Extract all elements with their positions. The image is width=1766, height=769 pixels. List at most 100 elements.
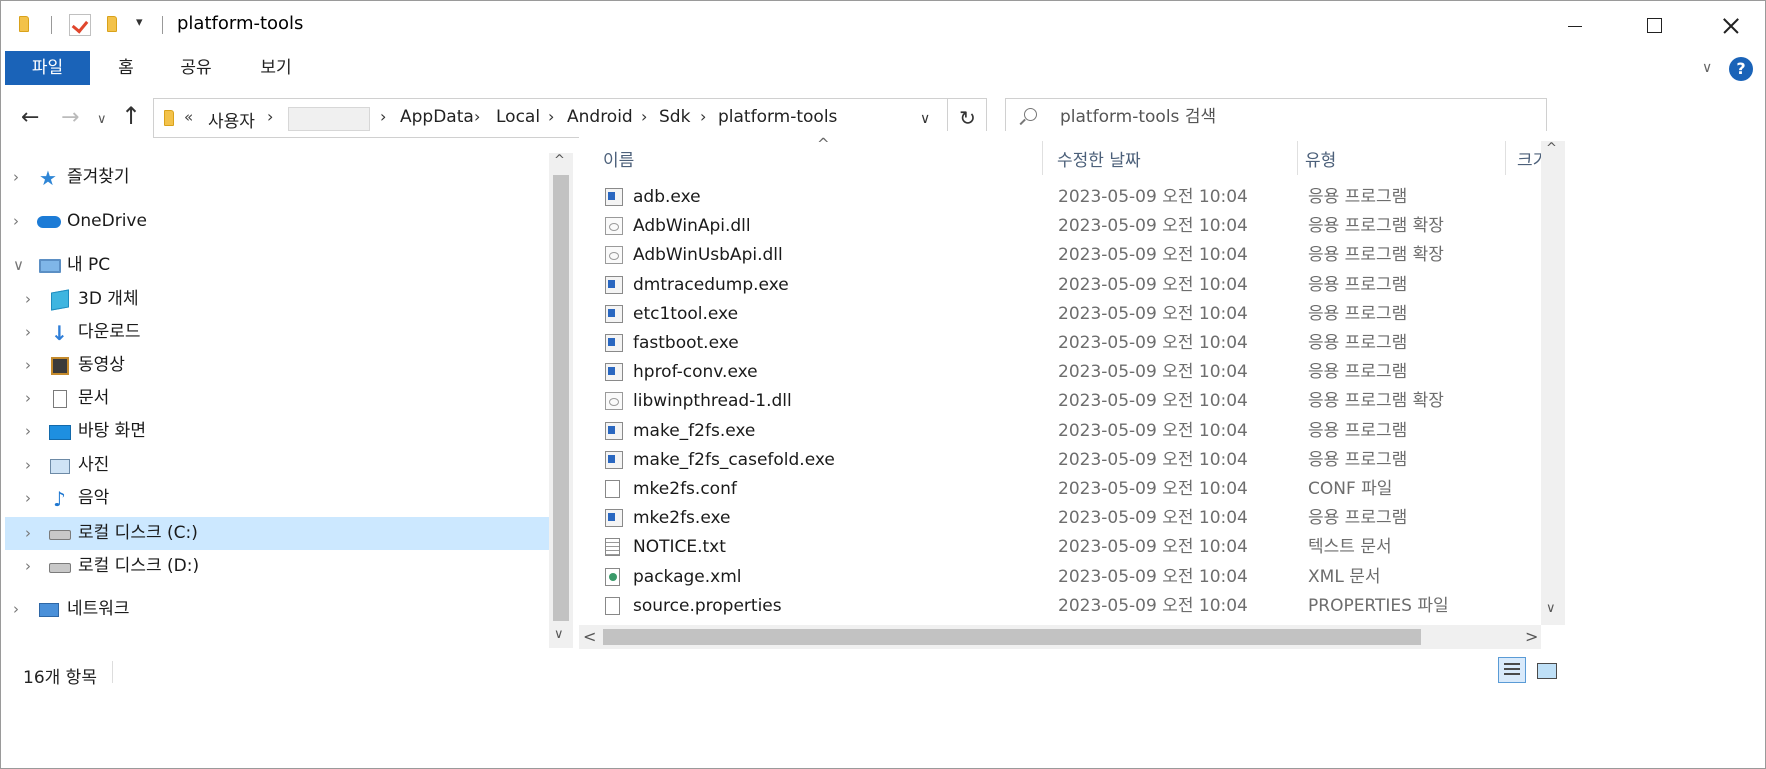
nav-item-quick-access[interactable]: › ★ 즐겨찾기 — [5, 161, 549, 194]
file-row[interactable]: package.xml 2023-05-09 오전 10:04 XML 문서 — [597, 563, 1537, 592]
file-row[interactable]: etc1tool.exe 2023-05-09 오전 10:04 응용 프로그램 — [597, 300, 1537, 329]
expand-chevron-icon[interactable]: › — [25, 415, 31, 448]
large-icons-view-icon[interactable] — [1533, 657, 1559, 683]
tab-view[interactable]: 보기 — [246, 51, 306, 85]
breadcrumb-redacted-username[interactable] — [288, 107, 370, 131]
expand-chevron-icon[interactable]: › — [25, 382, 31, 415]
nav-item-downloads[interactable]: › ↓ 다운로드 — [5, 316, 549, 349]
file-date-modified: 2023-05-09 오전 10:04 — [1058, 449, 1248, 470]
properties-checkmark-icon[interactable] — [69, 14, 91, 36]
file-row[interactable]: make_f2fs_casefold.exe 2023-05-09 오전 10:0… — [597, 446, 1537, 475]
file-row[interactable]: AdbWinApi.dll 2023-05-09 오전 10:04 응용 프로그램 … — [597, 212, 1537, 241]
scroll-up-arrow-icon[interactable]: ^ — [554, 153, 565, 168]
nav-item-this-pc[interactable]: ∨ 내 PC — [5, 249, 549, 282]
expand-chevron-icon[interactable]: › — [25, 283, 31, 316]
breadcrumb-sdk[interactable]: Sdk — [659, 107, 690, 127]
tab-home[interactable]: 홈 — [101, 51, 151, 85]
scroll-down-arrow-icon[interactable]: ∨ — [554, 627, 564, 642]
details-view-icon[interactable] — [1498, 657, 1526, 683]
hidden-path-chevron-icon[interactable]: « — [184, 108, 193, 126]
scroll-up-arrow-icon[interactable]: ^ — [1546, 141, 1557, 156]
file-row[interactable]: adb.exe 2023-05-09 오전 10:04 응용 프로그램 — [597, 183, 1537, 212]
up-arrow-icon[interactable]: ↑ — [121, 104, 141, 128]
new-folder-icon[interactable] — [107, 16, 117, 32]
help-icon[interactable]: ? — [1729, 57, 1753, 81]
file-date-modified: 2023-05-09 오전 10:04 — [1058, 595, 1248, 616]
expand-chevron-icon[interactable]: › — [13, 205, 19, 238]
file-row[interactable]: libwinpthread-1.dll 2023-05-09 오전 10:04 응용… — [597, 387, 1537, 416]
breadcrumb-platform-tools[interactable]: platform-tools — [718, 107, 837, 127]
expand-chevron-icon[interactable]: › — [25, 482, 31, 515]
file-name: AdbWinApi.dll — [633, 216, 751, 237]
nav-item-3d-objects[interactable]: › 3D 개체 — [5, 283, 549, 316]
expand-chevron-icon[interactable]: › — [25, 349, 31, 382]
file-row[interactable]: AdbWinUsbApi.dll 2023-05-09 오전 10:04 응용 프로… — [597, 241, 1537, 270]
nav-item-pictures[interactable]: › 사진 — [5, 449, 549, 482]
column-header-type[interactable]: 유형 — [1305, 146, 1336, 171]
breadcrumb-users[interactable]: 사용자 — [208, 107, 255, 132]
file-row[interactable]: dmtracedump.exe 2023-05-09 오전 10:04 응용 프로그… — [597, 271, 1537, 300]
collapse-chevron-icon[interactable]: ∨ — [13, 249, 24, 282]
dll-icon — [605, 392, 623, 411]
column-header-name[interactable]: 이름 — [603, 146, 634, 171]
file-row[interactable]: fastboot.exe 2023-05-09 오전 10:04 응용 프로그램 — [597, 329, 1537, 358]
breadcrumb-chevron-icon[interactable]: › — [700, 107, 706, 126]
breadcrumb-local[interactable]: Local — [496, 107, 540, 127]
file-name: make_f2fs_casefold.exe — [633, 449, 835, 470]
nav-item-onedrive[interactable]: › OneDrive — [5, 205, 549, 238]
file-list-horizontal-scrollbar[interactable]: < > — [579, 625, 1541, 649]
breadcrumb-appdata[interactable]: AppData — [400, 107, 474, 127]
file-row[interactable]: mke2fs.exe 2023-05-09 오전 10:04 응용 프로그램 — [597, 504, 1537, 533]
file-row[interactable]: NOTICE.txt 2023-05-09 오전 10:04 텍스트 문서 — [597, 533, 1537, 562]
breadcrumb-chevron-icon[interactable]: › — [548, 107, 554, 126]
breadcrumb-chevron-icon[interactable]: › — [380, 107, 386, 126]
breadcrumb-chevron-icon[interactable]: › — [267, 107, 273, 126]
forward-arrow-icon[interactable]: → — [61, 107, 79, 129]
expand-chevron-icon[interactable]: › — [25, 449, 31, 482]
file-row[interactable]: hprof-conv.exe 2023-05-09 오전 10:04 응용 프로그램 — [597, 358, 1537, 387]
file-row[interactable]: mke2fs.conf 2023-05-09 오전 10:04 CONF 파일 — [597, 475, 1537, 504]
nav-item-music[interactable]: › ♪ 음악 — [5, 482, 549, 515]
scroll-left-arrow-icon[interactable]: < — [583, 627, 596, 646]
expand-chevron-icon[interactable]: › — [25, 316, 31, 349]
download-icon: ↓ — [51, 321, 68, 345]
tab-share[interactable]: 공유 — [166, 51, 226, 85]
file-row[interactable]: source.properties 2023-05-09 오전 10:04 PROP… — [597, 592, 1537, 621]
file-row[interactable]: make_f2fs.exe 2023-05-09 오전 10:04 응용 프로그램 — [597, 417, 1537, 446]
scrollbar-thumb[interactable] — [553, 175, 569, 621]
address-history-chevron-icon[interactable]: ∨ — [920, 111, 930, 127]
nav-item-network[interactable]: › 네트워크 — [5, 593, 549, 626]
expand-chevron-icon[interactable]: › — [13, 593, 19, 626]
file-list-vertical-scrollbar[interactable]: ^ ∨ — [1541, 141, 1565, 625]
expand-chevron-icon[interactable]: › — [25, 550, 31, 583]
expand-ribbon-chevron-icon[interactable]: ∨ — [1702, 60, 1712, 76]
scroll-right-arrow-icon[interactable]: > — [1525, 627, 1538, 646]
column-divider[interactable] — [1505, 141, 1506, 175]
maximize-button[interactable] — [1626, 1, 1683, 47]
scroll-down-arrow-icon[interactable]: ∨ — [1546, 601, 1556, 616]
nav-item-desktop[interactable]: › 바탕 화면 — [5, 415, 549, 448]
nav-pane-scrollbar[interactable]: ^ ∨ — [549, 153, 573, 648]
breadcrumb-chevron-icon[interactable]: › — [641, 107, 647, 126]
nav-item-local-disk-c[interactable]: › 로컬 디스크 (C:) — [5, 517, 549, 550]
recent-locations-chevron-icon[interactable]: ∨ — [97, 109, 107, 131]
nav-item-label: OneDrive — [67, 211, 147, 231]
close-button[interactable] — [1701, 1, 1758, 47]
tab-file[interactable]: 파일 — [5, 51, 90, 85]
column-divider[interactable] — [1042, 141, 1043, 175]
search-input[interactable] — [1060, 107, 1530, 127]
nav-item-local-disk-d[interactable]: › 로컬 디스크 (D:) — [5, 550, 549, 583]
expand-chevron-icon[interactable]: › — [13, 161, 19, 194]
column-divider[interactable] — [1297, 141, 1298, 175]
scrollbar-thumb[interactable] — [603, 629, 1421, 645]
customize-quick-access-dropdown[interactable]: ▾ — [136, 15, 143, 37]
nav-item-documents[interactable]: › 문서 — [5, 382, 549, 415]
column-header-date-modified[interactable]: 수정한 날짜 — [1057, 146, 1141, 171]
file-icon — [605, 596, 620, 615]
back-arrow-icon[interactable]: ← — [21, 107, 39, 129]
nav-item-videos[interactable]: › 동영상 — [5, 349, 549, 382]
expand-chevron-icon[interactable]: › — [25, 517, 31, 550]
breadcrumb-android[interactable]: Android — [567, 107, 633, 127]
minimize-button[interactable] — [1547, 1, 1604, 47]
breadcrumb-chevron-icon[interactable]: › — [474, 107, 480, 126]
